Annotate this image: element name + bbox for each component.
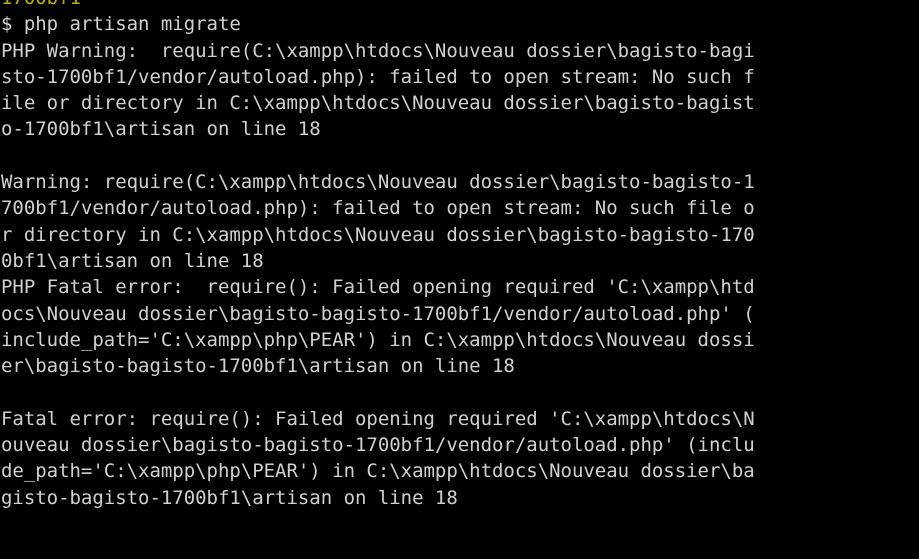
line-php-fatal-2: ocs\Nouveau dossier\bagisto-bagisto-1700… — [1, 302, 755, 325]
line-php-warning-4: o-1700bf1\artisan on line 18 — [1, 118, 321, 141]
line-php-warning-1: PHP Warning: require(C:\xampp\htdocs\Nou… — [1, 39, 755, 62]
line-branch-fragment: 1700bf1 — [1, 0, 919, 11]
line-php-fatal-1: PHP Fatal error: require(): Failed openi… — [1, 276, 755, 299]
line-fatal-2: ouveau dossier\bagisto-bagisto-1700bf1/v… — [1, 434, 755, 457]
line-fatal-1: Fatal error: require(): Failed opening r… — [1, 407, 755, 430]
line-warning-1: Warning: require(C:\xampp\htdocs\Nouveau… — [1, 171, 755, 194]
line-warning-4: 0bf1\artisan on line 18 — [1, 249, 264, 272]
line-php-fatal-3: include_path='C:\xampp\php\PEAR') in C:\… — [1, 328, 755, 351]
line-prompt-command: $ php artisan migrate — [1, 13, 241, 36]
line-php-fatal-4: er\bagisto-bagisto-1700bf1\artisan on li… — [1, 355, 515, 378]
line-blank-1 — [1, 143, 919, 169]
terminal-window[interactable]: 1700bf1 $ php artisan migrate PHP Warning:… — [0, 0, 919, 559]
line-php-warning-2: sto-1700bf1/vendor/autoload.php): failed… — [1, 65, 755, 88]
line-fatal-3: de_path='C:\xampp\php\PEAR') in C:\xampp… — [1, 460, 755, 483]
line-fatal-4: gisto-bagisto-1700bf1\artisan on line 18 — [1, 486, 458, 509]
line-blank-2 — [1, 379, 919, 405]
line-warning-2: 700bf1/vendor/autoload.php): failed to o… — [1, 197, 755, 220]
terminal-output-area[interactable]: 1700bf1 $ php artisan migrate PHP Warning:… — [0, 0, 919, 511]
line-php-warning-3: ile or directory in C:\xampp\htdocs\Nouv… — [1, 92, 755, 115]
line-warning-3: r directory in C:\xampp\htdocs\Nouveau d… — [1, 223, 755, 246]
